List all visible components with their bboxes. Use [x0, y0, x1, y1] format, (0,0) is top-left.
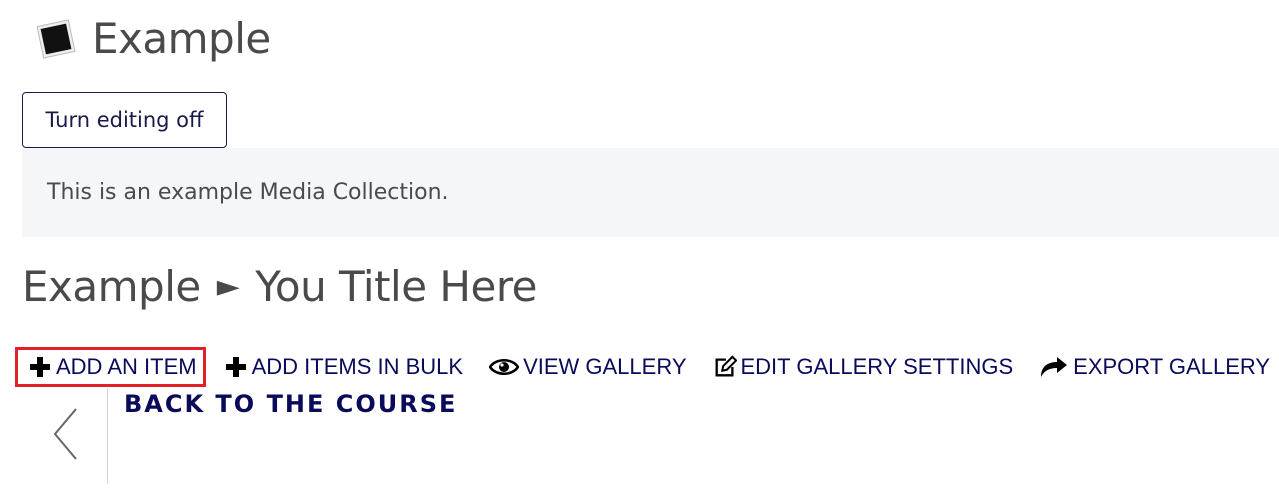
chevron-left-icon: [52, 407, 78, 466]
breadcrumb-parent: Example: [22, 262, 201, 311]
page-title: Example: [92, 14, 271, 63]
back-to-course-link[interactable]: BACK TO THE COURSE: [124, 390, 457, 418]
breadcrumb: Example ► You Title Here: [22, 262, 538, 311]
eye-icon: [489, 355, 520, 379]
share-arrow-icon: [1039, 355, 1069, 379]
back-arrow-button[interactable]: [22, 388, 108, 484]
breadcrumb-current: You Title Here: [255, 262, 538, 311]
description-text: This is an example Media Collection.: [47, 180, 449, 205]
turn-editing-off-button[interactable]: Turn editing off: [22, 92, 227, 148]
add-an-item-label: ADD AN ITEM: [56, 354, 197, 379]
edit-icon: [713, 355, 737, 379]
add-an-item-button[interactable]: ADD AN ITEM: [15, 347, 206, 387]
view-gallery-button[interactable]: VIEW GALLERY: [479, 347, 694, 387]
add-items-in-bulk-label: ADD ITEMS IN BULK: [251, 354, 464, 379]
photo-frame-icon: [34, 17, 78, 61]
view-gallery-label: VIEW GALLERY: [523, 354, 687, 379]
export-gallery-button[interactable]: EXPORT GALLERY: [1029, 347, 1278, 387]
page-header: Example: [34, 14, 271, 63]
gallery-toolbar: ADD AN ITEM ADD ITEMS IN BULK VIEW GALLE…: [15, 347, 1278, 387]
breadcrumb-separator: ►: [216, 269, 240, 304]
plus-icon: [224, 355, 248, 379]
export-gallery-label: EXPORT GALLERY: [1073, 354, 1271, 379]
edit-gallery-settings-button[interactable]: EDIT GALLERY SETTINGS: [703, 347, 1022, 387]
add-items-in-bulk-button[interactable]: ADD ITEMS IN BULK: [214, 347, 471, 387]
edit-gallery-settings-label: EDIT GALLERY SETTINGS: [740, 354, 1014, 379]
description-panel: This is an example Media Collection.: [22, 148, 1279, 237]
plus-icon: [28, 355, 52, 379]
